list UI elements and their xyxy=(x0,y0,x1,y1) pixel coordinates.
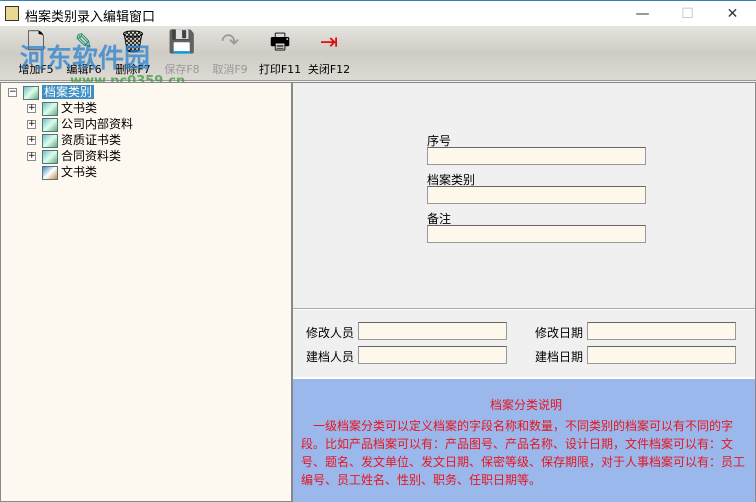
tree-item-label: 文书类 xyxy=(61,165,98,179)
modified-date-label: 修改日期 xyxy=(535,326,584,340)
created-date-label: 建档日期 xyxy=(535,350,584,364)
created-by-input[interactable] xyxy=(358,346,507,364)
category-tree[interactable]: − 档案类别 + 文书类 + 公司内部资料 + 资质证书类 + 合同资料类 文书… xyxy=(0,82,292,502)
save-button[interactable]: 💾 保存F8 xyxy=(160,28,204,80)
print-button[interactable]: 🖶 打印F11 xyxy=(256,28,304,80)
description-panel: 档案分类说明 一级档案分类可以定义档案的字段名称和数量，不同类别的档案可以有不同… xyxy=(293,377,755,502)
tree-item[interactable]: 合同资料类 xyxy=(42,148,121,164)
tree-root[interactable]: 档案类别 xyxy=(23,84,95,100)
expand-toggle[interactable]: + xyxy=(27,120,36,129)
app-icon xyxy=(5,6,19,21)
title-bar: 档案类别录入编辑窗口 — ☐ ✕ xyxy=(0,0,756,26)
folder-icon xyxy=(23,85,39,100)
cancel-button[interactable]: ↷ 取消F9 xyxy=(208,28,252,80)
modified-by-label: 修改人员 xyxy=(306,326,355,340)
cancel-label: 取消F9 xyxy=(212,63,248,76)
folder-icon xyxy=(42,117,58,132)
category-input[interactable] xyxy=(427,186,646,204)
description-title: 档案分类说明 xyxy=(489,398,562,412)
close-label: 关闭F12 xyxy=(307,63,351,76)
print-icon: 🖶 xyxy=(269,30,291,55)
divider xyxy=(293,308,755,310)
created-by-label: 建档人员 xyxy=(306,350,355,364)
collapse-toggle[interactable]: − xyxy=(8,88,17,97)
tree-item[interactable]: 文书类 xyxy=(42,164,97,180)
created-date-input[interactable] xyxy=(587,346,736,364)
edit-label: 编辑F6 xyxy=(66,63,102,76)
close-window-button[interactable]: ⇥ 关闭F12 xyxy=(305,28,353,80)
folder-icon xyxy=(42,149,58,164)
exit-door-icon: ⇥ xyxy=(319,30,339,55)
tree-item-label: 文书类 xyxy=(61,101,98,115)
add-label: 增加F5 xyxy=(18,63,54,76)
seq-input[interactable] xyxy=(427,147,646,165)
delete-button[interactable]: 🗑 删除F7 xyxy=(111,28,155,80)
note-input[interactable] xyxy=(427,225,646,243)
tree-item-label: 资质证书类 xyxy=(61,133,122,147)
modified-by-input[interactable] xyxy=(358,322,507,340)
tree-root-label: 档案类别 xyxy=(42,85,95,99)
folder-icon xyxy=(42,101,58,116)
window-title: 档案类别录入编辑窗口 xyxy=(25,10,156,25)
tree-item-label: 合同资料类 xyxy=(61,149,122,163)
save-label: 保存F8 xyxy=(164,63,200,76)
document-icon xyxy=(42,165,58,180)
edit-button[interactable]: ✎ 编辑F6 xyxy=(62,28,106,80)
tree-item[interactable]: 公司内部资料 xyxy=(42,116,133,132)
save-icon: 💾 xyxy=(168,30,196,55)
expand-toggle[interactable]: + xyxy=(27,152,36,161)
print-label: 打印F11 xyxy=(258,63,302,76)
tree-item[interactable]: 文书类 xyxy=(42,100,97,116)
detail-panel: 序号 档案类别 备注 修改人员 修改日期 建档人员 建档日期 档案分类说明 一级… xyxy=(292,82,756,502)
add-icon: 🗋 xyxy=(27,30,45,55)
tree-item[interactable]: 资质证书类 xyxy=(42,132,121,148)
undo-icon: ↷ xyxy=(220,30,240,55)
tree-item-label: 公司内部资料 xyxy=(61,117,134,131)
delete-label: 删除F7 xyxy=(115,63,151,76)
description-text: 一级档案分类可以定义档案的字段名称和数量，不同类别的档案可以有不同的字段。比如产… xyxy=(301,419,746,487)
close-button[interactable]: ✕ xyxy=(710,1,755,27)
add-button[interactable]: 🗋 增加F5 xyxy=(14,28,58,80)
edit-icon: ✎ xyxy=(74,30,94,55)
expand-toggle[interactable]: + xyxy=(27,104,36,113)
maximize-button[interactable]: ☐ xyxy=(665,1,710,27)
minimize-button[interactable]: — xyxy=(620,1,665,27)
toolbar: 🗋 增加F5 ✎ 编辑F6 🗑 删除F7 💾 保存F8 ↷ 取消F9 🖶 打印F11 ⇥ 关闭… xyxy=(0,26,756,89)
expand-toggle[interactable]: + xyxy=(27,136,36,145)
folder-icon xyxy=(42,133,58,148)
modified-date-input[interactable] xyxy=(587,322,736,340)
delete-icon: 🗑 xyxy=(119,30,147,55)
